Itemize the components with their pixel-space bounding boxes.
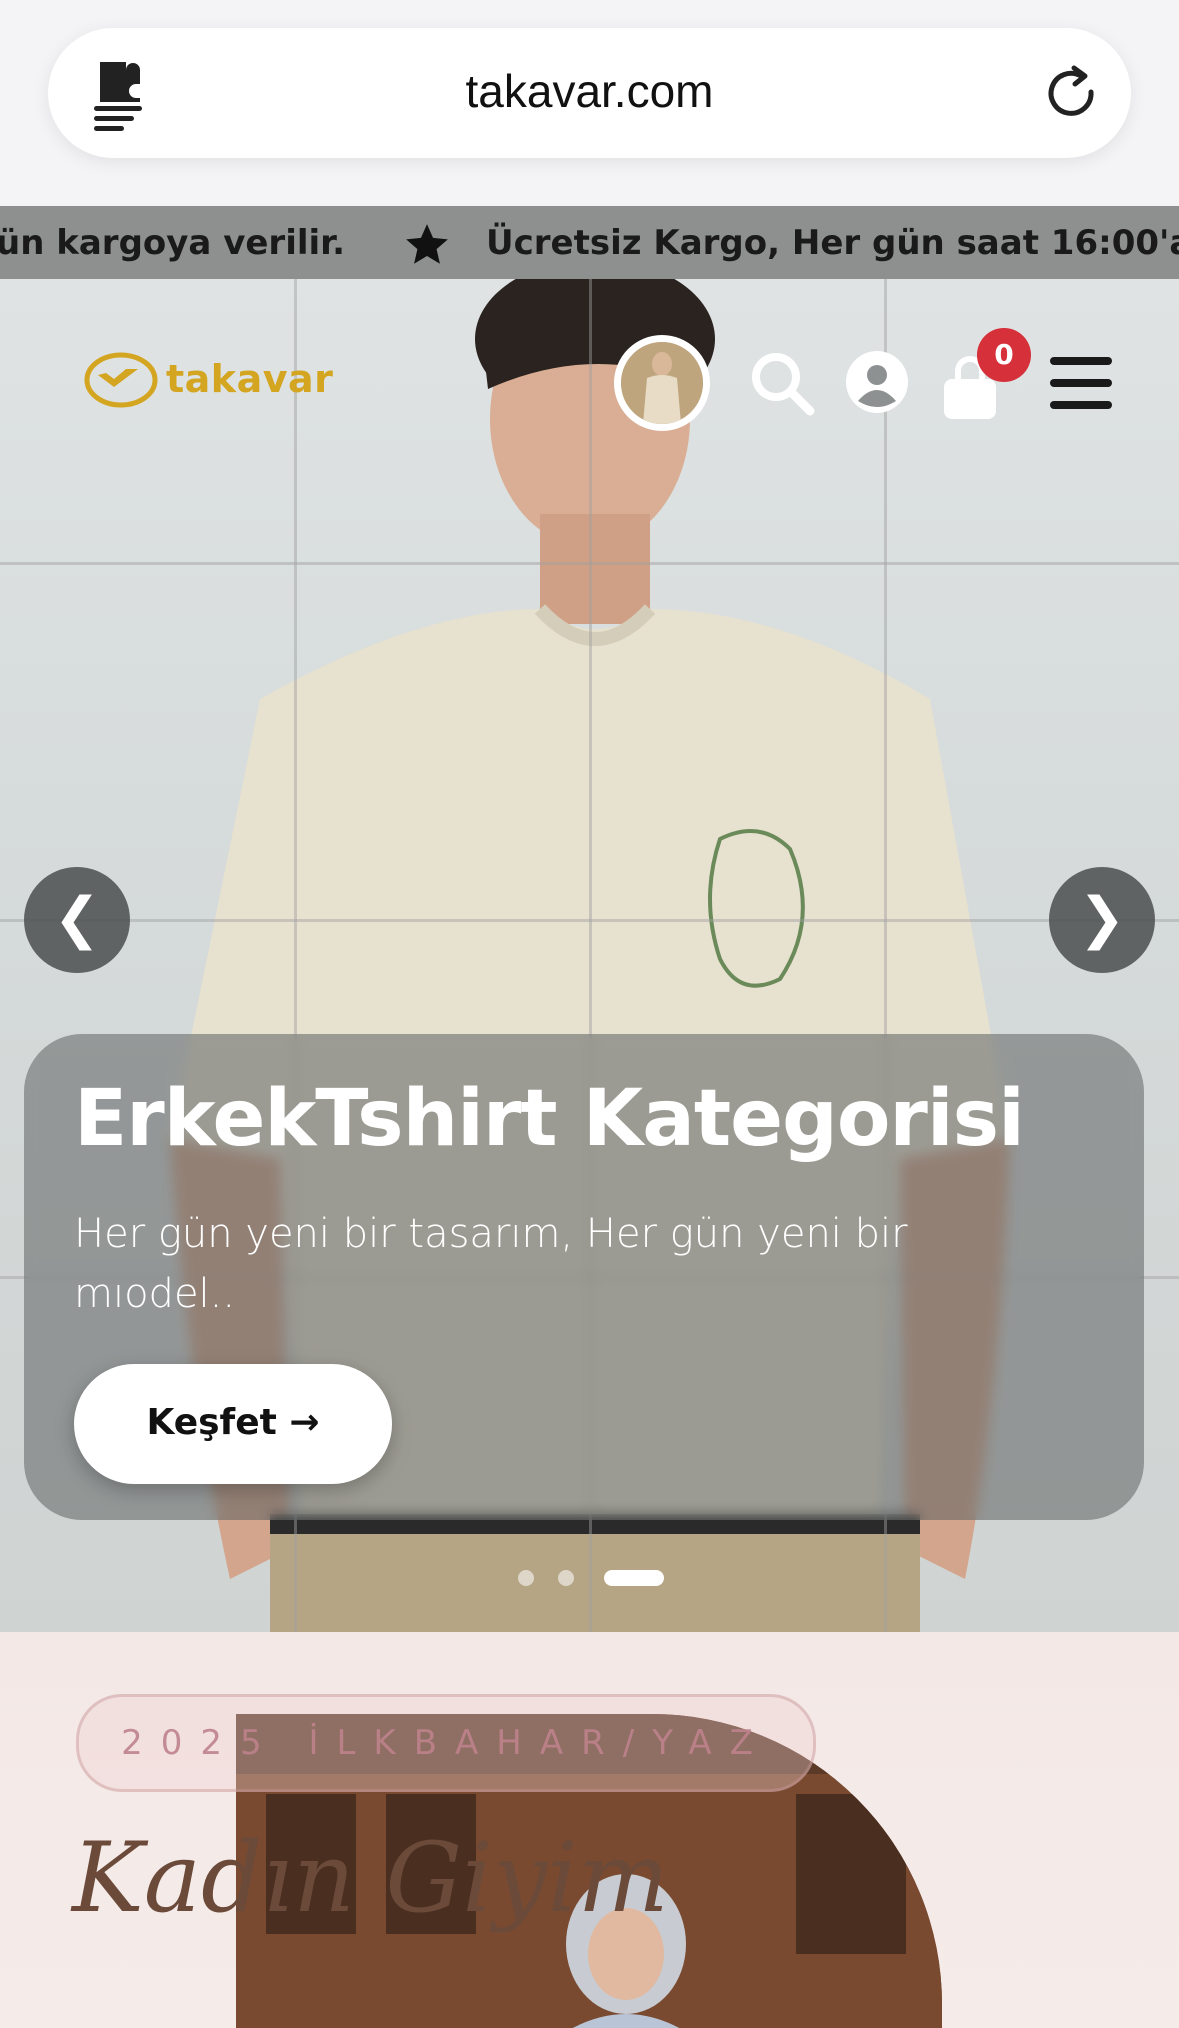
slider-next-button[interactable]: ❯	[1049, 867, 1155, 973]
explore-button-label: Keşfet →	[146, 1402, 320, 1443]
search-icon[interactable]	[748, 349, 818, 419]
account-icon[interactable]	[844, 349, 910, 415]
story-avatar[interactable]	[614, 335, 710, 431]
menu-icon[interactable]	[1048, 355, 1114, 411]
hero-slider: takavar 0 ❮ ❯ ErkekTshirt Kategorisi Her…	[0, 279, 1179, 1632]
explore-button[interactable]: Keşfet →	[74, 1364, 392, 1484]
ticker-segment: ün kargoya verilir.	[0, 223, 345, 263]
women-collection-section: 2025 İLKBAHAR/YAZ Kadın Giyim	[0, 1632, 1179, 2028]
slider-dot-active[interactable]	[604, 1570, 664, 1586]
star-icon	[406, 224, 448, 264]
cart-count-badge: 0	[977, 328, 1031, 382]
slider-dot[interactable]	[558, 1570, 574, 1586]
grid-line	[0, 919, 1179, 922]
reload-icon[interactable]	[1041, 62, 1105, 126]
slider-prev-button[interactable]: ❮	[24, 867, 130, 973]
grid-line	[0, 562, 1179, 565]
slide-caption: ErkekTshirt Kategorisi Her gün yeni bir …	[24, 1034, 1144, 1520]
slider-dot[interactable]	[518, 1570, 534, 1586]
slide-title: ErkekTshirt Kategorisi	[74, 1074, 1025, 1164]
logo-text: takavar	[166, 357, 334, 401]
brand-logo[interactable]: takavar	[84, 351, 334, 411]
season-label: 2025 İLKBAHAR/YAZ	[121, 1723, 771, 1763]
slide-subtitle: Her gün yeni bir tasarım, Her gün yeni b…	[74, 1211, 908, 1317]
section-title: Kadın Giyim	[72, 1822, 669, 1934]
address-bar[interactable]: takavar.com	[48, 28, 1131, 158]
url-text[interactable]: takavar.com	[48, 64, 1131, 118]
ticker-segment: Ücretsiz Kargo, Her gün saat 16:00'a k	[486, 223, 1179, 263]
announcement-ticker: ün kargoya verilir. Ücretsiz Kargo, Her …	[0, 206, 1179, 279]
season-badge: 2025 İLKBAHAR/YAZ	[76, 1694, 816, 1792]
story-thumbnail	[621, 342, 703, 424]
browser-toolbar: takavar.com	[0, 0, 1179, 206]
logo-mark-icon	[84, 352, 158, 408]
